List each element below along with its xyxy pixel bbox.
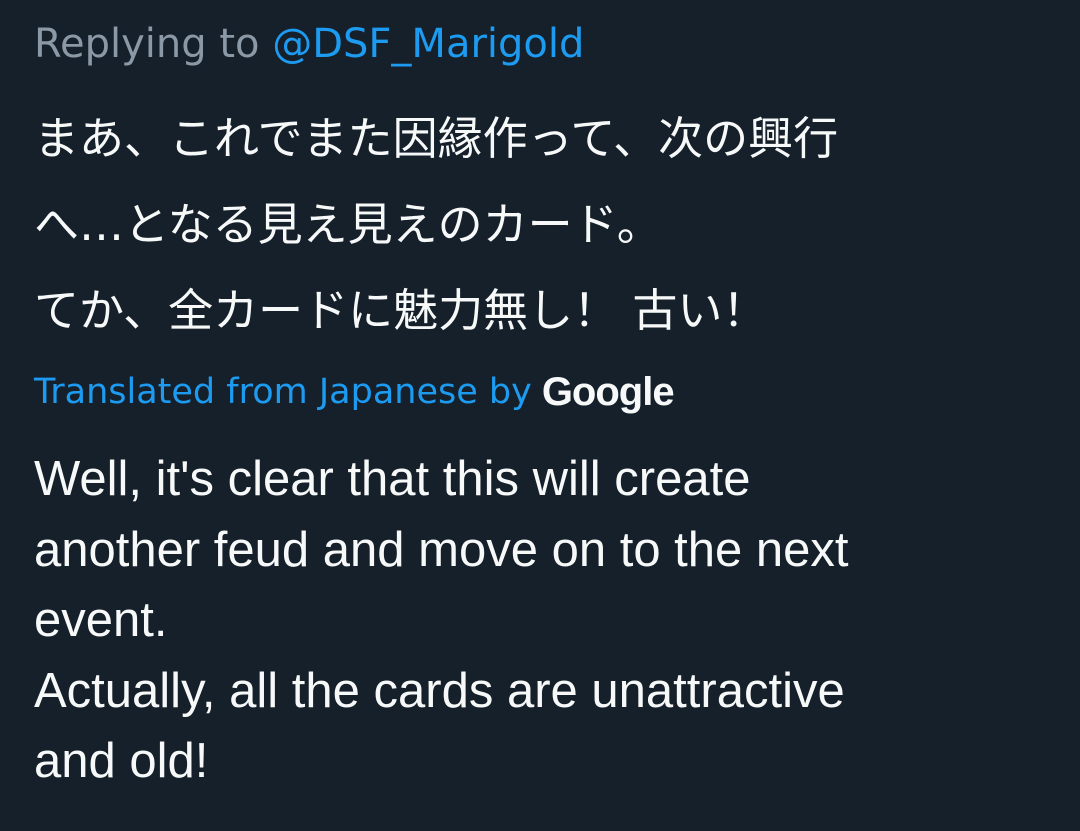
translated-text-line: Well, it's clear that this will create <box>34 452 751 506</box>
translated-text-line: Actually, all the cards are unattractive <box>34 663 845 718</box>
translated-text-line: event. <box>34 593 168 647</box>
translated-text-line: another feud and move on to the next <box>34 522 849 577</box>
original-text-line: へ…となる見え見えのカード。 <box>34 198 662 251</box>
google-logo: Google <box>541 370 675 414</box>
translation-notice: Translated from Japanese by Google <box>34 364 675 420</box>
replying-to-line: Replying to @DSF_Marigold <box>34 14 584 74</box>
reply-handle-link[interactable]: @DSF_Marigold <box>272 21 584 67</box>
translated-text: Well, it's clear that this will create a… <box>34 444 1054 797</box>
translated-from-link[interactable]: Translated from Japanese by <box>34 364 532 420</box>
original-text-line: てか、全カードに魅力無し！ 古い！ <box>34 284 768 337</box>
translated-text-line: and old! <box>34 734 209 788</box>
original-text-line: まあ、これでまた因縁作って、次の興行 <box>34 112 839 165</box>
original-post-text: まあ、これでまた因縁作って、次の興行 へ…となる見え見えのカード。 てか、全カー… <box>34 96 1054 354</box>
replying-to-label: Replying to <box>34 21 273 67</box>
